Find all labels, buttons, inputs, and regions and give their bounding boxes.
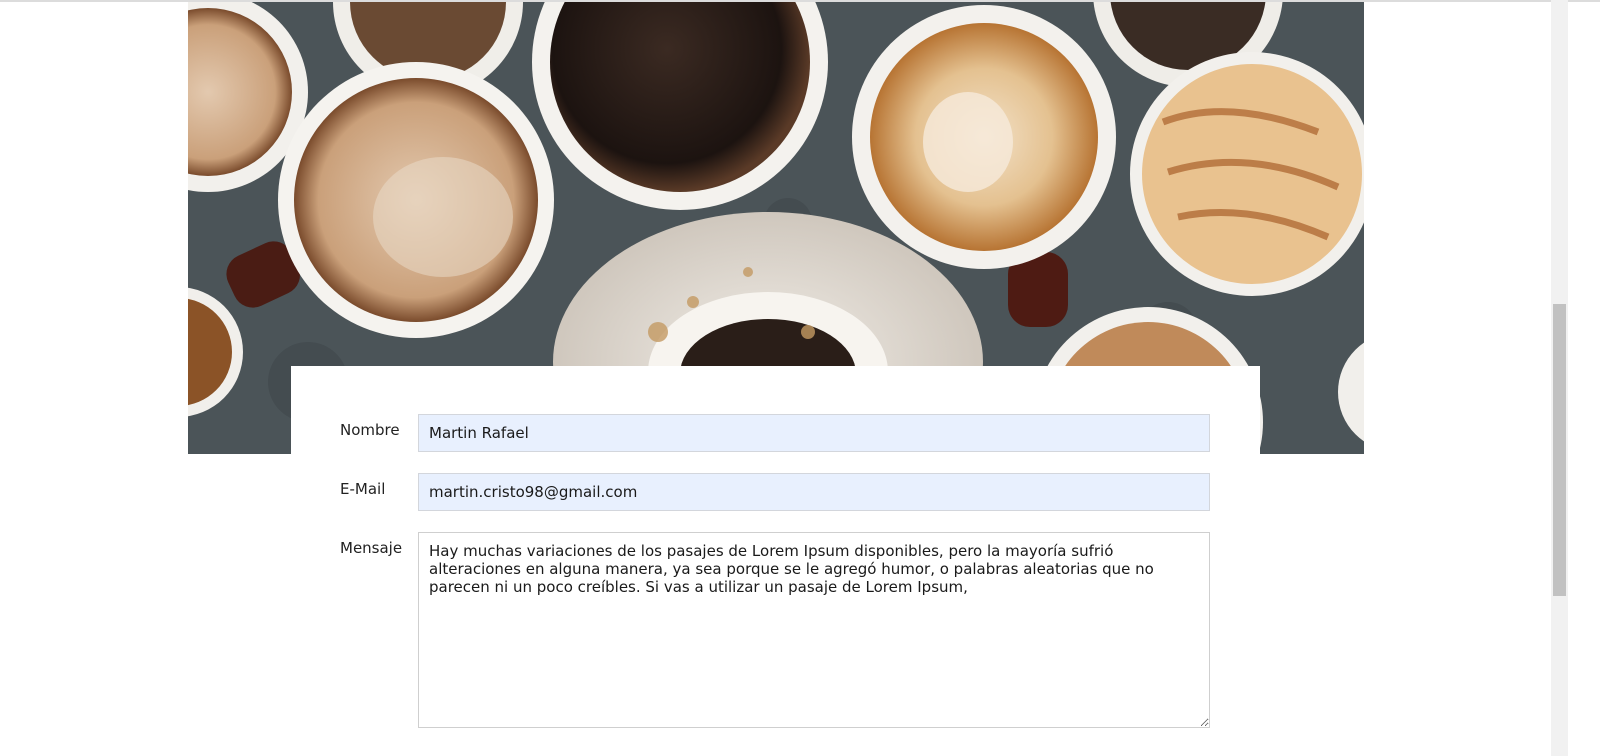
name-label: Nombre	[340, 421, 400, 439]
name-input[interactable]	[418, 414, 1210, 452]
scrollbar-thumb[interactable]	[1553, 304, 1566, 596]
email-label: E-Mail	[340, 480, 386, 498]
page: Nombre E-Mail Mensaje Hay muchas variaci…	[0, 0, 1600, 756]
contact-form: Nombre E-Mail Mensaje Hay muchas variaci…	[291, 366, 1260, 756]
email-input[interactable]	[418, 473, 1210, 511]
page-scrollbar[interactable]	[1551, 0, 1568, 756]
message-textarea[interactable]: Hay muchas variaciones de los pasajes de…	[418, 532, 1210, 728]
message-label: Mensaje	[340, 539, 403, 557]
